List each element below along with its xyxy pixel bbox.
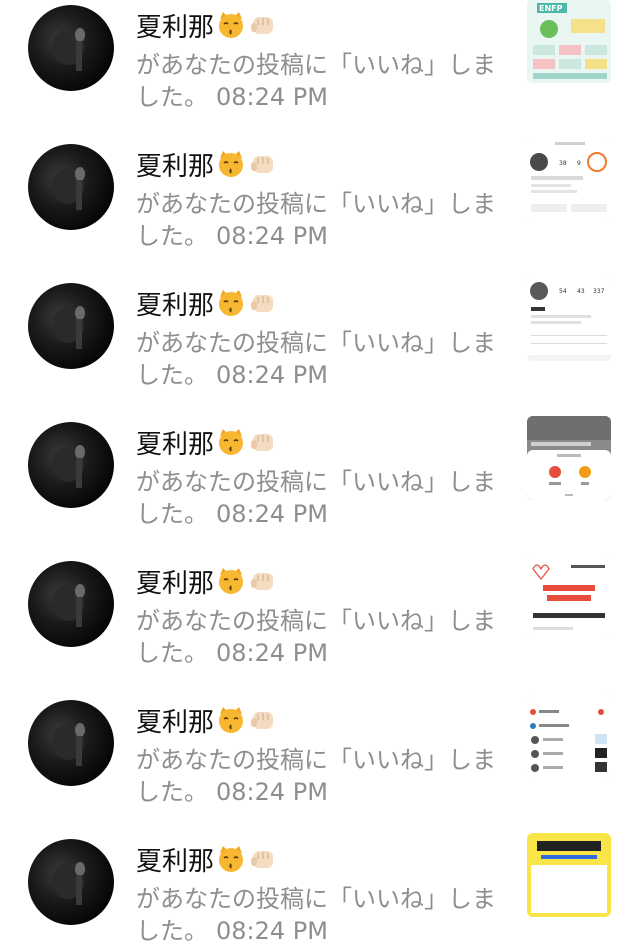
notification-item[interactable]: 夏利那 があなたの投稿に「いいね」しました。 08:24 PM (0, 535, 640, 674)
avatar[interactable] (28, 144, 114, 230)
user-name[interactable]: 夏利那 (136, 146, 214, 183)
user-name[interactable]: 夏利那 (136, 424, 214, 461)
svg-text:43: 43 (577, 288, 585, 295)
notification-list: 夏利那 があなたの投稿に「いいね」しました。08:24 PM ENFP 夏利那 (0, 0, 640, 952)
kissing-cat-emoji-icon (216, 705, 246, 735)
notification-item[interactable]: 夏利那 があなたの投稿に「いいね」しました。 08:24 PM ENFP (0, 0, 640, 118)
avatar[interactable] (28, 839, 114, 925)
user-name[interactable]: 夏利那 (136, 563, 214, 600)
post-thumbnail[interactable] (527, 416, 611, 500)
avatar[interactable] (28, 422, 114, 508)
svg-text:9: 9 (577, 160, 581, 167)
kissing-cat-emoji-icon (216, 10, 246, 40)
kissing-cat-emoji-icon (216, 149, 246, 179)
fist-bump-emoji-icon (248, 288, 278, 318)
avatar[interactable] (28, 561, 114, 647)
timestamp: 08:24 PM (216, 639, 328, 667)
kissing-cat-emoji-icon (216, 427, 246, 457)
kissing-cat-emoji-icon (216, 566, 246, 596)
fist-bump-emoji-icon (248, 10, 278, 40)
svg-text:54: 54 (559, 288, 567, 295)
timestamp: 08:24 PM (216, 917, 328, 945)
svg-text:337: 337 (593, 288, 605, 295)
fist-bump-emoji-icon (248, 149, 278, 179)
timestamp: 08:24 PM (216, 500, 328, 528)
svg-text:38: 38 (559, 160, 567, 167)
notification-item[interactable]: 夏利那 があなたの投稿に「いいね」しました。 08:24 PM (0, 396, 640, 535)
notification-item[interactable]: 夏利那 があなたの投稿に「いいね」しました。 08:24 PM 54 43 337 (0, 257, 640, 396)
avatar[interactable] (28, 5, 114, 91)
fist-bump-emoji-icon (248, 427, 278, 457)
avatar[interactable] (28, 283, 114, 369)
post-thumbnail[interactable] (527, 555, 611, 639)
avatar[interactable] (28, 700, 114, 786)
notification-item[interactable]: 夏利那 があなたの投稿に「いいね」しました。 08:24 PM (0, 674, 640, 813)
user-name[interactable]: 夏利那 (136, 841, 214, 878)
post-thumbnail[interactable] (527, 694, 611, 778)
user-name[interactable]: 夏利那 (136, 285, 214, 322)
post-thumbnail[interactable]: 54 43 337 (527, 277, 611, 361)
fist-bump-emoji-icon (248, 844, 278, 874)
user-name[interactable]: 夏利那 (136, 702, 214, 739)
timestamp: 08:24 PM (216, 778, 328, 806)
notification-item[interactable]: 夏利那 があなたの投稿に「いいね」しました。 08:24 PM (0, 813, 640, 952)
kissing-cat-emoji-icon (216, 288, 246, 318)
user-name[interactable]: 夏利那 (136, 7, 214, 44)
fist-bump-emoji-icon (248, 566, 278, 596)
timestamp: 08:24 PM (216, 361, 328, 389)
post-thumbnail[interactable] (527, 833, 611, 917)
post-thumbnail[interactable]: 38 9 (527, 138, 611, 222)
timestamp: 08:24 PM (216, 222, 328, 250)
thumbnail-label: ENFP (539, 4, 563, 13)
timestamp: 08:24 PM (216, 83, 328, 111)
post-thumbnail[interactable]: ENFP (527, 0, 611, 83)
notification-item[interactable]: 夏利那 があなたの投稿に「いいね」しました。 08:24 PM 38 9 (0, 118, 640, 257)
kissing-cat-emoji-icon (216, 844, 246, 874)
fist-bump-emoji-icon (248, 705, 278, 735)
